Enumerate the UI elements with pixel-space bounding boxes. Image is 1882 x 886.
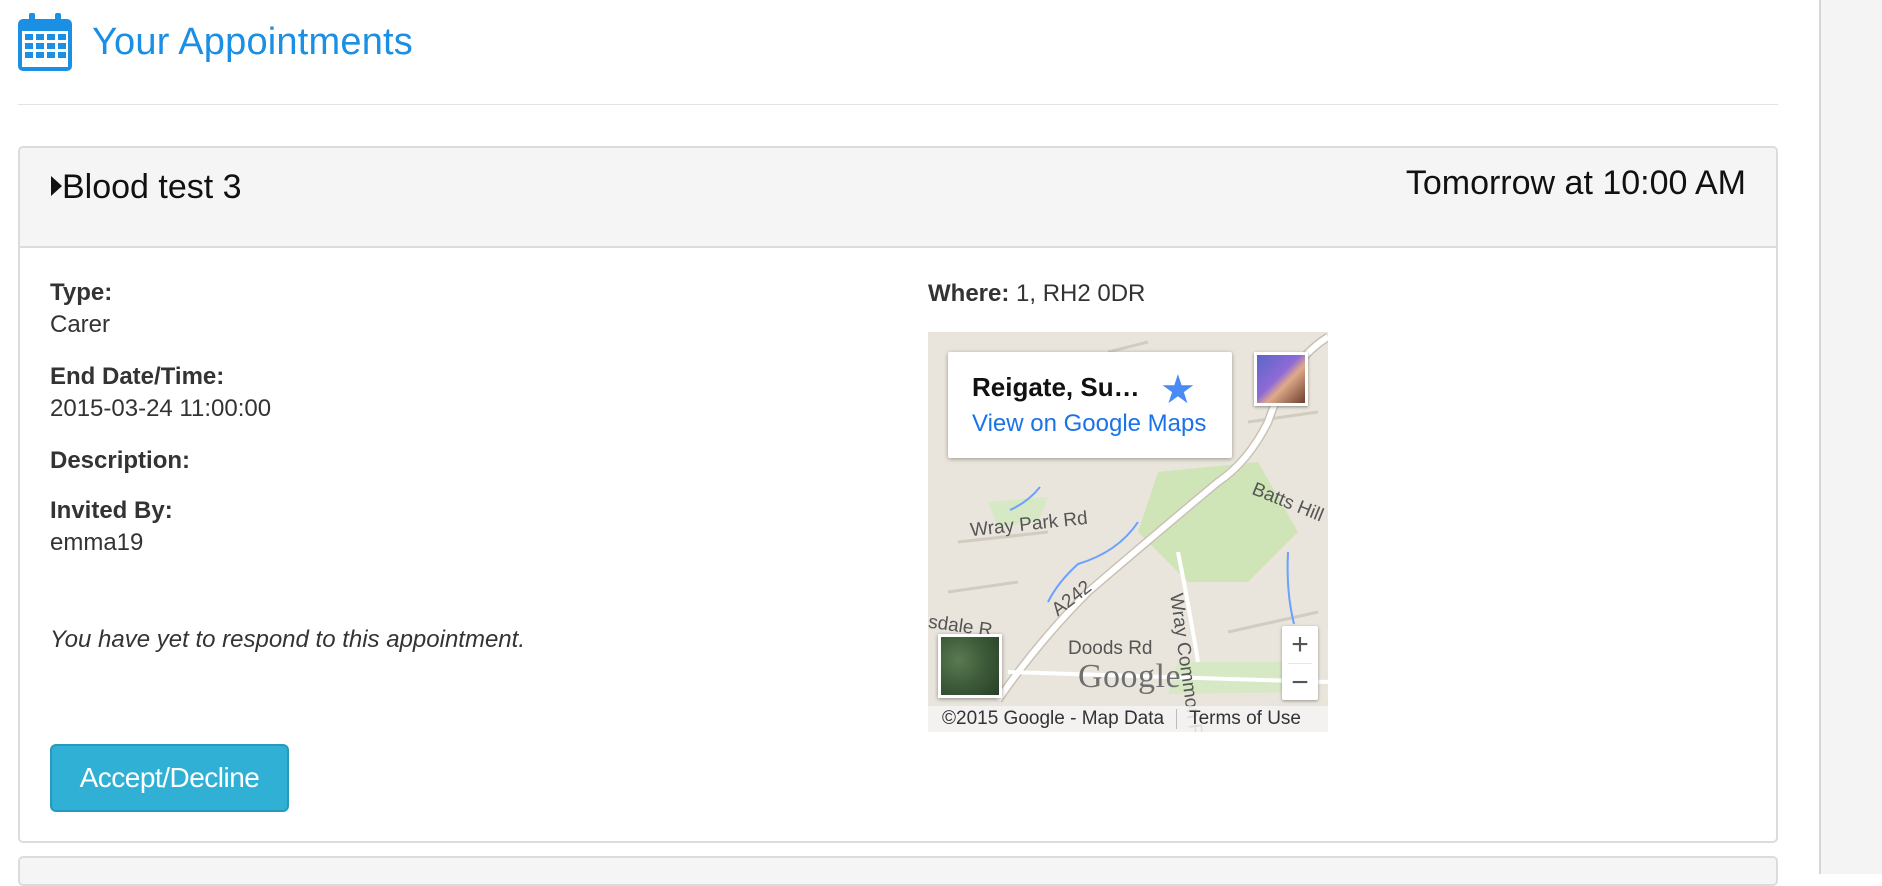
page-title: Your Appointments	[92, 20, 414, 63]
page-header: Your Appointments	[16, 10, 413, 74]
scrollbar-gutter[interactable]	[1819, 0, 1882, 874]
header-divider	[18, 104, 1778, 105]
star-icon[interactable]: ★	[1160, 368, 1196, 412]
appointment-panel-heading[interactable]: Blood test 3 Tomorrow at 10:00 AM	[20, 148, 1776, 248]
field-value: emma19	[50, 529, 144, 556]
footer-divider	[1176, 709, 1178, 729]
caret-right-icon[interactable]	[51, 176, 62, 196]
appointment-details: Type: Carer End Date/Time: 2015-03-24 11…	[50, 278, 810, 580]
where-label: Where:	[928, 280, 1010, 307]
response-notice: You have yet to respond to this appointm…	[50, 626, 525, 653]
location: Where: 1, RH2 0DR	[928, 278, 1145, 310]
satellite-toggle[interactable]	[938, 634, 1002, 698]
appointment-title[interactable]: Blood test 3	[62, 168, 242, 207]
map-info-window: Reigate, Su… ★ View on Google Maps	[948, 352, 1232, 458]
where-value: 1, RH2 0DR	[1009, 280, 1146, 307]
field-label: Description:	[50, 447, 191, 474]
field-end-datetime: End Date/Time: 2015-03-24 11:00:00	[50, 362, 810, 426]
view-on-google-maps-link[interactable]: View on Google Maps	[972, 410, 1206, 438]
appointment-panel: Blood test 3 Tomorrow at 10:00 AM Type: …	[18, 146, 1778, 843]
map-attribution: ©2015 Google - Map Data Terms of Use	[928, 706, 1328, 732]
map-copyright: ©2015 Google - Map Data	[942, 708, 1165, 729]
field-value: 2015-03-24 11:00:00	[50, 395, 272, 422]
street-label: Doods Rd	[1068, 638, 1153, 659]
field-type: Type: Carer	[50, 278, 810, 342]
accept-decline-button[interactable]: Accept/Decline	[50, 744, 289, 812]
zoom-out-button[interactable]: −	[1282, 664, 1318, 701]
place-title: Reigate, Su…	[972, 372, 1140, 402]
field-label: Type:	[50, 279, 113, 306]
calendar-icon	[18, 13, 72, 71]
zoom-in-button[interactable]: +	[1282, 626, 1318, 663]
map-embed[interactable]: Wray Park Rd Batts Hill A242 Wray Common…	[928, 332, 1328, 732]
field-invited-by: Invited By: emma19	[50, 496, 810, 560]
next-appointment-panel[interactable]	[18, 856, 1778, 886]
field-value: Carer	[50, 311, 111, 338]
field-label: Invited By:	[50, 497, 173, 524]
field-label: End Date/Time:	[50, 363, 225, 390]
google-logo: Google	[1078, 658, 1182, 695]
avatar-image	[1257, 355, 1305, 403]
terms-of-use-link[interactable]: Terms of Use	[1189, 708, 1301, 730]
avatar[interactable]	[1254, 352, 1308, 406]
appointment-time: Tomorrow at 10:00 AM	[1405, 164, 1746, 202]
field-description: Description:	[50, 446, 810, 476]
zoom-control: + −	[1282, 626, 1318, 700]
